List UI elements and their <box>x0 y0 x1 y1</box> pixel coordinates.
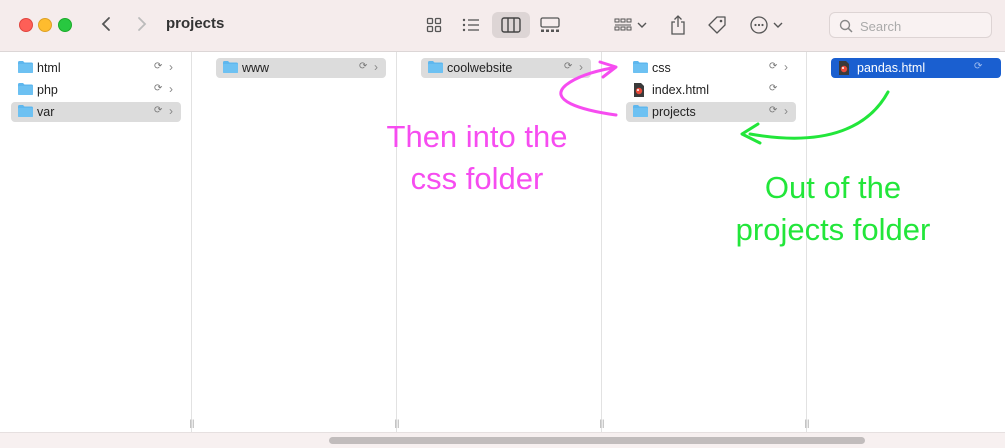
group-by-button[interactable] <box>610 12 652 38</box>
close-window-button[interactable] <box>19 18 33 32</box>
list-item-www[interactable]: www ⟳ › <box>216 58 386 78</box>
html-file-icon <box>837 60 851 79</box>
gallery-view-button[interactable] <box>536 12 564 38</box>
column-3: coolwebsite ⟳ › || <box>411 52 604 432</box>
chevron-right-icon: › <box>784 104 788 118</box>
tag-icon <box>708 16 726 34</box>
folder-icon <box>427 60 444 77</box>
ellipsis-circle-icon <box>750 16 783 34</box>
folder-icon <box>222 60 239 77</box>
sync-icon: ⟳ <box>154 83 163 94</box>
annotation-out-of-projects: Out of the projects folder <box>718 167 948 251</box>
icon-view-button[interactable] <box>421 12 447 38</box>
chevron-right-icon: › <box>169 104 173 118</box>
html-file-icon <box>632 82 646 101</box>
toolbar: projects Search <box>0 0 1005 52</box>
chevron-right-icon: › <box>579 60 583 74</box>
minimize-window-button[interactable] <box>38 18 52 32</box>
folder-icon <box>632 60 649 77</box>
zoom-window-button[interactable] <box>58 18 72 32</box>
more-actions-button[interactable] <box>747 12 787 38</box>
sync-icon: ⟳ <box>154 61 163 72</box>
chevron-right-icon <box>138 17 147 31</box>
sync-icon: ⟳ <box>359 61 368 72</box>
column-resize-handle[interactable]: || <box>184 418 200 428</box>
annotation-green-line1: Out of the <box>764 170 902 205</box>
list-item-projects[interactable]: projects ⟳ › <box>626 102 796 122</box>
chevron-left-icon <box>101 17 110 31</box>
chevron-right-icon: › <box>169 60 173 74</box>
annotation-pink-line1: Then into the <box>386 119 568 154</box>
back-button[interactable] <box>95 13 117 35</box>
forward-button[interactable] <box>131 13 153 35</box>
list-item-index-html[interactable]: index.html ⟳ <box>626 80 796 100</box>
column-resize-handle[interactable]: || <box>389 418 405 428</box>
tag-button[interactable] <box>704 12 730 38</box>
annotation-pink-line2: css folder <box>410 161 544 196</box>
list-item-php[interactable]: php ⟳ › <box>11 80 181 100</box>
chevron-right-icon: › <box>374 60 378 74</box>
list-item-pandas-html[interactable]: pandas.html ⟳ <box>831 58 1001 78</box>
column-view-button[interactable] <box>492 12 530 38</box>
annotation-green-line2: projects folder <box>735 212 931 247</box>
folder-icon <box>17 82 34 99</box>
column-2: www ⟳ › || <box>206 52 399 432</box>
sync-icon: ⟳ <box>974 61 983 72</box>
list-icon <box>462 18 479 32</box>
sync-icon: ⟳ <box>154 105 163 116</box>
horizontal-scrollbar[interactable] <box>0 432 1005 448</box>
list-item-coolwebsite[interactable]: coolwebsite ⟳ › <box>421 58 591 78</box>
folder-icon <box>17 104 34 121</box>
folder-icon <box>17 60 34 77</box>
list-view-button[interactable] <box>457 12 485 38</box>
pink-arrowhead <box>598 60 618 79</box>
share-icon <box>671 15 685 35</box>
search-field[interactable]: Search <box>829 12 992 38</box>
search-icon <box>839 19 853 33</box>
gallery-icon <box>540 17 560 32</box>
list-item-html[interactable]: html ⟳ › <box>11 58 181 78</box>
column-1: html ⟳ › php ⟳ › var ⟳ › || <box>0 52 194 432</box>
group-grid-icon <box>614 18 647 31</box>
sync-icon: ⟳ <box>769 83 778 94</box>
columns-icon <box>501 17 521 33</box>
grid-icon <box>426 17 442 33</box>
window-title: projects <box>166 15 225 32</box>
list-item-var[interactable]: var ⟳ › <box>11 102 181 122</box>
chevron-right-icon: › <box>784 60 788 74</box>
share-button[interactable] <box>666 12 690 38</box>
list-item-css[interactable]: css ⟳ › <box>626 58 796 78</box>
sync-icon: ⟳ <box>769 61 778 72</box>
sync-icon: ⟳ <box>564 61 573 72</box>
scrollbar-thumb[interactable] <box>329 437 865 444</box>
column-resize-handle[interactable]: || <box>594 418 610 428</box>
search-placeholder: Search <box>860 19 902 34</box>
annotation-into-css: Then into the css folder <box>372 116 582 200</box>
folder-icon <box>632 104 649 121</box>
sync-icon: ⟳ <box>769 105 778 116</box>
chevron-right-icon: › <box>169 82 173 96</box>
column-resize-handle[interactable]: || <box>799 418 815 428</box>
